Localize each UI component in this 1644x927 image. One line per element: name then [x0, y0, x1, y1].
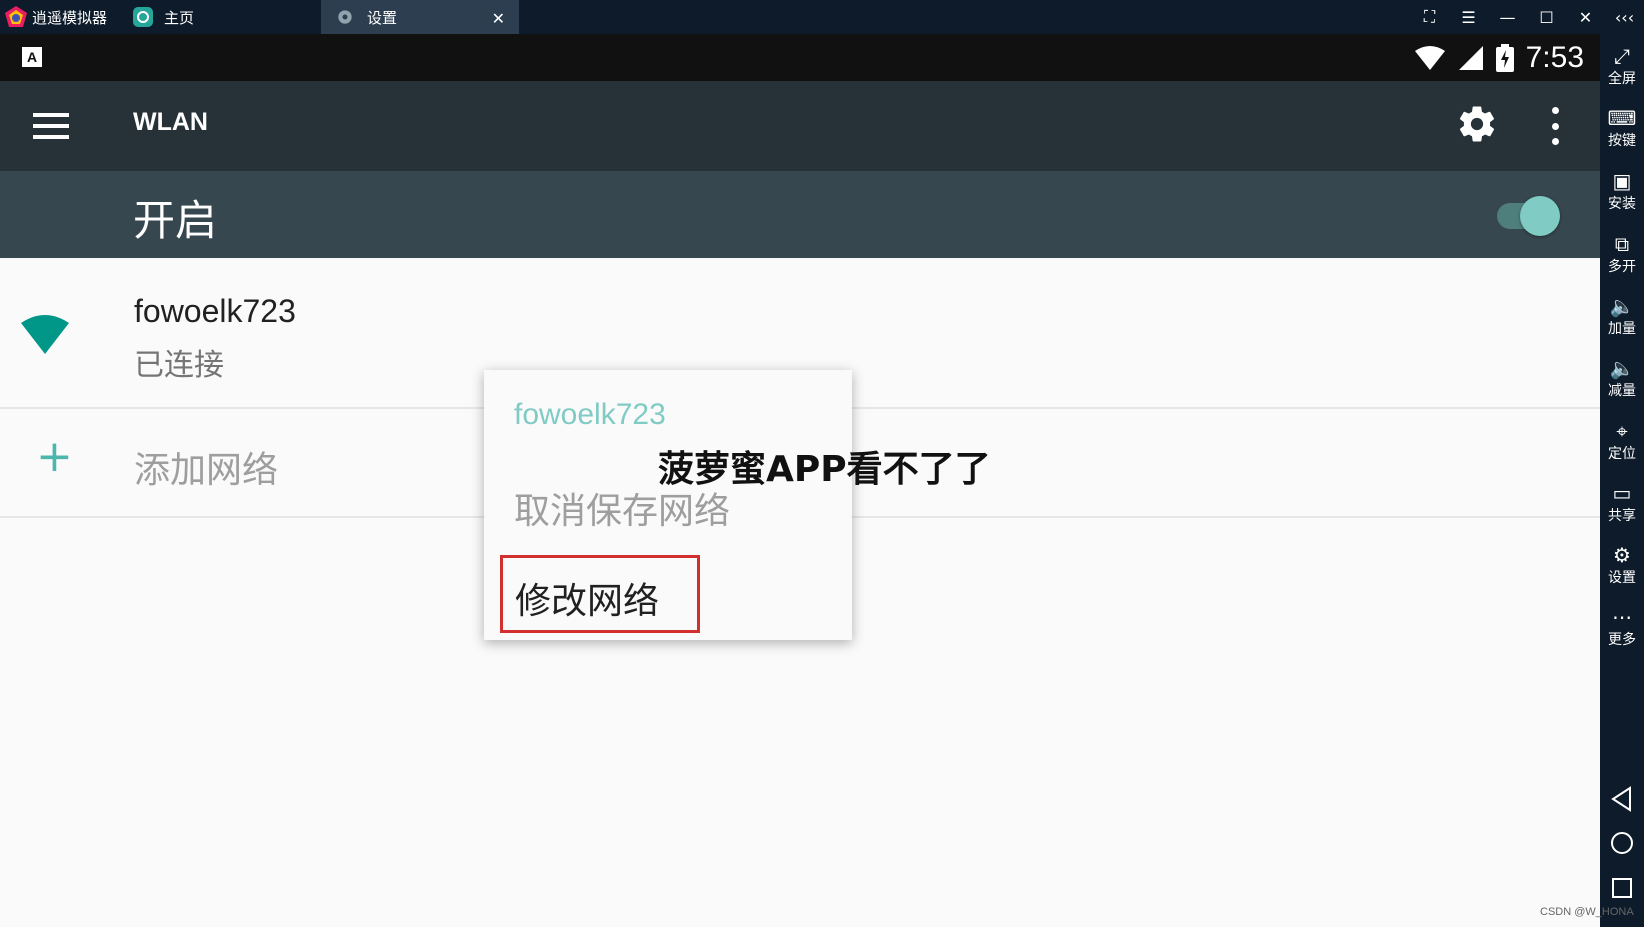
- sidebar-item-label: 按键: [1608, 133, 1636, 149]
- volume-down-icon: 🔈: [1609, 356, 1635, 380]
- clock: 7:53: [1525, 40, 1584, 74]
- wifi-status-icon: [1414, 45, 1445, 70]
- sidebar-item-label: 多开: [1608, 259, 1636, 275]
- close-tab-icon[interactable]: ✕: [492, 9, 505, 28]
- sidebar-item-more[interactable]: ⋯ 更多: [1600, 603, 1644, 663]
- home-icon[interactable]: [1608, 829, 1636, 857]
- add-icon: +: [36, 431, 73, 482]
- add-network-label: 添加网络: [134, 450, 279, 491]
- wlan-switch-bar[interactable]: 开启: [0, 171, 1600, 258]
- android-status-bar: A 7:53: [0, 34, 1600, 81]
- sidebar-item-label: 设置: [1608, 570, 1636, 586]
- recents-icon[interactable]: [1608, 874, 1636, 902]
- collapse-sidebar-button[interactable]: ‹‹‹: [1605, 8, 1644, 27]
- home-app-icon: [133, 7, 153, 27]
- more-dots-icon: ⋯: [1612, 605, 1632, 629]
- hamburger-menu-icon[interactable]: [33, 113, 69, 139]
- tab-home[interactable]: 主页: [132, 0, 320, 34]
- battery-charging-icon: [1495, 43, 1514, 72]
- menu-button[interactable]: ☰: [1449, 8, 1488, 27]
- keyboard-indicator-icon: A: [22, 47, 42, 67]
- tab-settings-label: 设置: [367, 8, 398, 27]
- location-pin-icon: ⌖: [1616, 419, 1628, 443]
- maximize-button[interactable]: ☐: [1527, 8, 1566, 27]
- sidebar-item-keymap[interactable]: ⌨ 按键: [1600, 104, 1644, 164]
- tab-home-label: 主页: [164, 8, 195, 27]
- network-context-menu: fowoelk723 取消保存网络 修改网络: [484, 370, 852, 640]
- sidebar-item-fullscreen[interactable]: ⤢ 全屏: [1600, 42, 1644, 102]
- back-icon[interactable]: [1608, 785, 1636, 813]
- folder-icon: ▭: [1612, 481, 1632, 505]
- wlan-toggle-thumb[interactable]: [1520, 196, 1560, 236]
- emulator-logo-icon: [5, 6, 27, 27]
- wifi-signal-icon: [21, 315, 69, 354]
- sidebar-item-label: 更多: [1608, 632, 1636, 648]
- sidebar-item-volume-down[interactable]: 🔈 减量: [1600, 354, 1644, 414]
- settings-tab-gear-icon: [338, 10, 352, 24]
- sidebar-item-label: 全屏: [1608, 71, 1636, 87]
- overflow-menu-icon[interactable]: [1548, 107, 1562, 145]
- sidebar-item-location[interactable]: ⌖ 定位: [1600, 417, 1644, 477]
- fullscreen-icon: ⤢: [1614, 44, 1630, 68]
- sidebar-item-label: 定位: [1608, 446, 1636, 462]
- sidebar-item-label: 共享: [1608, 508, 1636, 524]
- sidebar-item-multi[interactable]: ⧉ 多开: [1600, 230, 1644, 290]
- close-window-button[interactable]: ✕: [1566, 8, 1605, 27]
- multi-instance-icon: ⧉: [1614, 232, 1630, 256]
- keyboard-icon: ⌨: [1607, 106, 1637, 130]
- page-title: WLAN: [133, 108, 208, 136]
- gear-icon[interactable]: [1456, 103, 1498, 145]
- context-menu-title: fowoelk723: [514, 398, 666, 431]
- signal-icon: [1458, 45, 1483, 70]
- tab-settings[interactable]: 设置 ✕: [321, 0, 519, 34]
- sidebar-item-label: 减量: [1608, 383, 1636, 399]
- app-toolbar: WLAN: [0, 81, 1600, 171]
- wlan-switch-label: 开启: [133, 196, 218, 245]
- sidebar-item-volume-up[interactable]: 🔈 加量: [1600, 292, 1644, 352]
- emulator-app-label: 逍遥模拟器: [4, 4, 107, 30]
- emulator-app-name: 逍遥模拟器: [32, 8, 108, 27]
- settings-icon: ⚙: [1613, 543, 1631, 567]
- emulator-sidebar: ⤢ 全屏 ⌨ 按键 ▣ 安装 ⧉ 多开 🔈 加量 🔈 减量 ⌖ 定位 ▭ 共享 …: [1600, 34, 1644, 927]
- screenshot-button[interactable]: ⛶: [1410, 7, 1449, 27]
- network-name: fowoelk723: [134, 293, 296, 329]
- modify-network-option[interactable]: 修改网络: [500, 555, 700, 633]
- sidebar-item-share[interactable]: ▭ 共享: [1600, 479, 1644, 539]
- sidebar-item-label: 安装: [1608, 196, 1636, 212]
- window-controls: ⛶ ☰ — ☐ ✕ ‹‹‹: [1410, 0, 1644, 34]
- network-status: 已连接: [134, 348, 224, 383]
- csdn-watermark: CSDN @W_HONA: [1540, 906, 1634, 918]
- sidebar-item-label: 加量: [1608, 321, 1636, 337]
- status-icons: 7:53: [1414, 34, 1584, 81]
- overlay-caption: 菠萝蜜APP看不了了: [658, 449, 991, 490]
- sidebar-item-settings[interactable]: ⚙ 设置: [1600, 541, 1644, 601]
- volume-up-icon: 🔈: [1609, 294, 1635, 318]
- sidebar-item-install[interactable]: ▣ 安装: [1600, 167, 1644, 227]
- emulator-titlebar: 逍遥模拟器 主页 设置 ✕ ⛶ ☰ — ☐ ✕ ‹‹‹: [0, 0, 1644, 34]
- apk-icon: ▣: [1612, 169, 1632, 193]
- minimize-button[interactable]: —: [1488, 8, 1527, 27]
